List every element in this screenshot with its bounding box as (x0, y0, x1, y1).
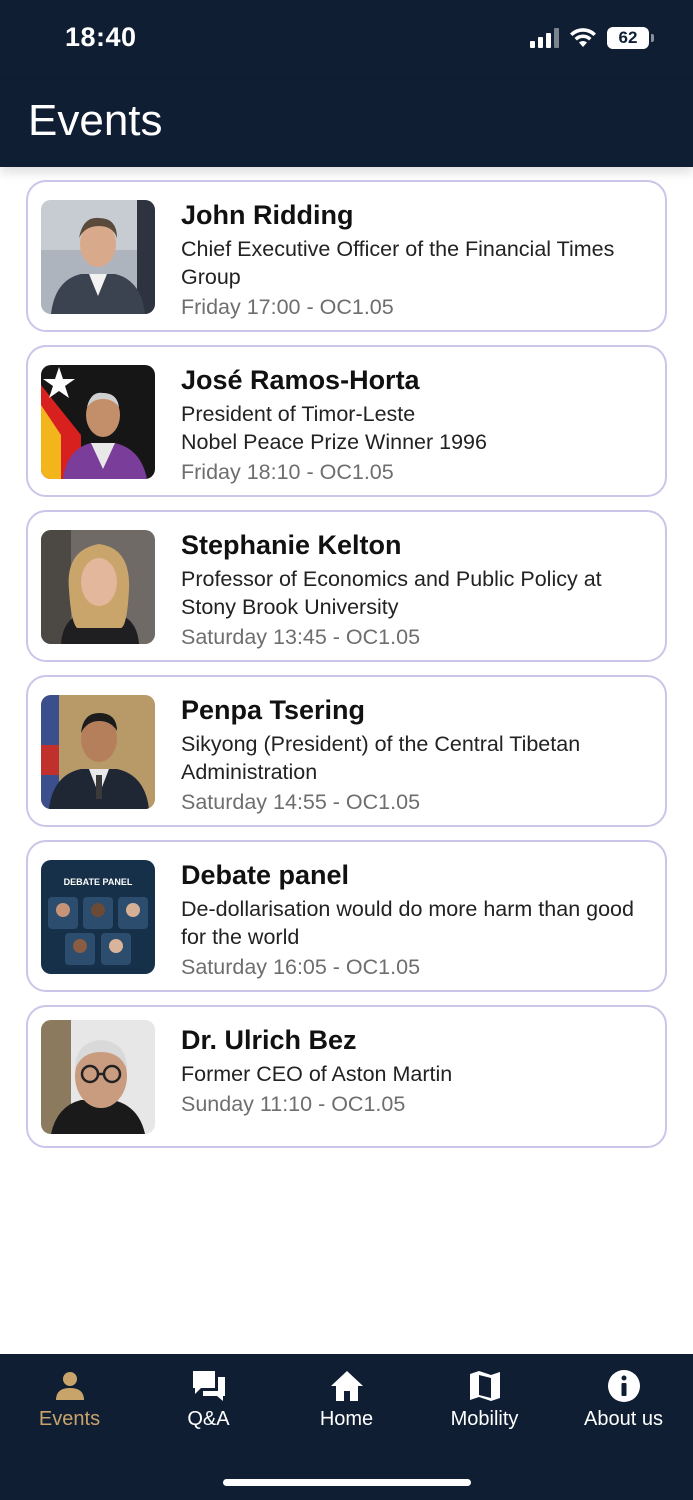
tab-qa[interactable]: Q&A (139, 1354, 278, 1454)
event-card[interactable]: Dr. Ulrich Bez Former CEO of Aston Marti… (26, 1005, 667, 1148)
event-name: John Ridding (181, 200, 354, 230)
event-time: Friday 17:00 - OC1.05 (181, 295, 394, 319)
event-card[interactable]: John Ridding Chief Executive Officer of … (26, 180, 667, 332)
event-time: Friday 18:10 - OC1.05 (181, 460, 394, 484)
info-icon (607, 1370, 640, 1402)
chat-icon (192, 1371, 225, 1401)
cellular-signal-icon (530, 28, 559, 48)
speaker-photo (41, 530, 155, 644)
event-name: José Ramos-Horta (181, 365, 420, 395)
page-title: Events (28, 96, 163, 145)
status-icons: 62 (530, 27, 654, 49)
event-description: Professor of Economics and Public Policy… (181, 567, 602, 619)
status-bar: 18:40 62 (0, 0, 693, 80)
event-card[interactable]: Stephanie Kelton Professor of Economics … (26, 510, 667, 662)
event-time: Saturday 14:55 - OC1.05 (181, 790, 421, 814)
event-name: Debate panel (181, 860, 350, 890)
event-text: Stephanie Kelton Professor of Economics … (181, 528, 649, 651)
event-text: José Ramos-Horta President of Timor-Lest… (181, 363, 649, 486)
speaker-photo (41, 695, 155, 809)
home-indicator[interactable] (223, 1479, 471, 1486)
wifi-icon (570, 28, 596, 47)
tab-label: Mobility (450, 1408, 519, 1430)
event-description: Sikyong (President) of the Central Tibet… (181, 732, 581, 784)
event-name: Penpa Tsering (181, 695, 366, 725)
event-card[interactable]: Penpa Tsering Sikyong (President) of the… (26, 675, 667, 827)
tab-label: Home (319, 1408, 374, 1430)
event-text: Debate panel De-dollarisation would do m… (181, 858, 649, 981)
battery-icon: 62 (607, 27, 654, 49)
event-description: Chief Executive Officer of the Financial… (181, 237, 615, 289)
tab-events[interactable]: Events (0, 1354, 139, 1454)
speaker-photo (41, 365, 155, 479)
status-time: 18:40 (65, 22, 137, 52)
event-time: Saturday 16:05 - OC1.05 (181, 955, 421, 979)
tab-label: Q&A (187, 1408, 230, 1430)
debate-panel-thumbnail: DEBATE PANEL (41, 860, 155, 974)
speaker-photo (41, 1020, 155, 1134)
event-description: De-dollarisation would do more harm than… (181, 897, 634, 949)
thumb-caption: DEBATE PANEL (64, 877, 133, 887)
event-time: Sunday 11:10 - OC1.05 (181, 1092, 406, 1116)
home-icon (330, 1371, 363, 1401)
event-name: Dr. Ulrich Bez (181, 1025, 357, 1055)
event-text: Penpa Tsering Sikyong (President) of the… (181, 693, 649, 816)
tab-label: Events (38, 1408, 101, 1430)
tab-about-us[interactable]: About us (554, 1354, 693, 1454)
event-description: President of Timor-Leste Nobel Peace Pri… (181, 402, 487, 454)
event-text: John Ridding Chief Executive Officer of … (181, 198, 649, 321)
event-card[interactable]: José Ramos-Horta President of Timor-Lest… (26, 345, 667, 497)
event-description: Former CEO of Aston Martin (181, 1062, 453, 1086)
tab-mobility[interactable]: Mobility (415, 1354, 554, 1454)
person-icon (55, 1372, 84, 1400)
page-header: Events (0, 80, 693, 167)
event-text: Dr. Ulrich Bez Former CEO of Aston Marti… (181, 1023, 649, 1118)
event-name: Stephanie Kelton (181, 530, 402, 560)
event-time: Saturday 13:45 - OC1.05 (181, 625, 421, 649)
tab-label: About us (584, 1408, 663, 1430)
speaker-photo (41, 200, 155, 314)
event-card[interactable]: DEBATE PANEL Debate panel De-dollarisati… (26, 840, 667, 992)
map-icon (469, 1371, 500, 1401)
tab-home[interactable]: Home (277, 1354, 416, 1454)
